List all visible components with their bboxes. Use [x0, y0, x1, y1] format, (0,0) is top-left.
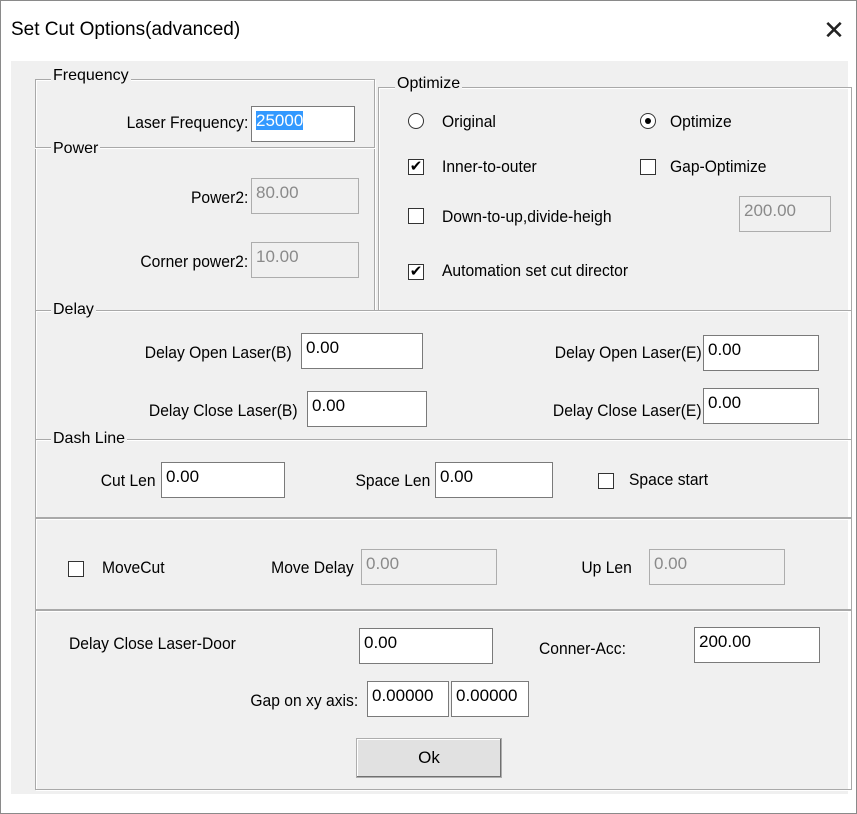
gap-xy-label: Gap on xy axis: — [250, 691, 358, 710]
gap-x-input[interactable]: 0.00000 — [367, 681, 449, 717]
up-len-label: Up Len — [581, 558, 632, 577]
power2-label: Power2: — [190, 188, 248, 207]
space-start-label[interactable]: Space start — [629, 470, 708, 490]
delay-open-b-label: Delay Open Laser(B) — [145, 343, 292, 362]
inner-to-outer-checkbox[interactable]: ✔ — [408, 159, 424, 175]
original-radio[interactable] — [408, 113, 424, 129]
dialog-window: Set Cut Options(advanced) ✕ Frequency Po… — [0, 0, 857, 814]
delay-open-e-label: Delay Open Laser(E) — [555, 343, 702, 362]
frequency-group-title: Frequency — [51, 67, 131, 85]
delay-close-b-label: Delay Close Laser(B) — [149, 401, 298, 420]
gap-y-input[interactable]: 0.00000 — [451, 681, 529, 717]
movecut-label[interactable]: MoveCut — [102, 558, 165, 578]
radio-selected-dot — [645, 118, 651, 124]
laser-frequency-value: 25000 — [256, 111, 304, 130]
corner-power2-input[interactable]: 10.00 — [251, 242, 359, 278]
gap-optimize-checkbox[interactable] — [640, 159, 656, 175]
gap-optimize-label[interactable]: Gap-Optimize — [670, 157, 766, 177]
movecut-checkbox[interactable] — [68, 561, 84, 577]
delay-close-e-label: Delay Close Laser(E) — [553, 401, 702, 420]
delay-close-b-input[interactable]: 0.00 — [307, 391, 427, 427]
optimize-label[interactable]: Optimize — [670, 112, 732, 132]
laser-frequency-input[interactable]: 25000 — [251, 106, 355, 142]
door-delay-label: Delay Close Laser-Door — [69, 634, 236, 653]
space-start-checkbox[interactable] — [598, 473, 614, 489]
corner-power2-label: Corner power2: — [140, 252, 248, 271]
window-title: Set Cut Options(advanced) — [11, 19, 241, 40]
divide-height-input[interactable]: 200.00 — [739, 196, 831, 232]
laser-frequency-label: Laser Frequency: — [126, 113, 248, 132]
cut-len-input[interactable]: 0.00 — [161, 462, 285, 498]
door-delay-input[interactable]: 0.00 — [359, 628, 493, 664]
power2-input[interactable]: 80.00 — [251, 178, 359, 214]
ok-button[interactable]: Ok — [356, 738, 502, 778]
cut-len-label: Cut Len — [101, 471, 156, 490]
down-to-up-label[interactable]: Down-to-up,divide-heigh — [442, 207, 612, 227]
original-label[interactable]: Original — [442, 112, 496, 132]
delay-open-e-input[interactable]: 0.00 — [703, 335, 819, 371]
up-len-input[interactable]: 0.00 — [649, 549, 785, 585]
dialog-body: Frequency Power Optimize Delay Dash Line… — [11, 61, 852, 794]
move-delay-input[interactable]: 0.00 — [361, 549, 497, 585]
close-icon[interactable]: ✕ — [819, 15, 849, 45]
conner-acc-input[interactable]: 200.00 — [694, 627, 820, 663]
delay-open-b-input[interactable]: 0.00 — [301, 333, 423, 369]
delay-close-e-input[interactable]: 0.00 — [703, 388, 819, 424]
automation-cut-checkbox[interactable]: ✔ — [408, 264, 424, 280]
optimize-radio[interactable] — [640, 113, 656, 129]
space-len-label: Space Len — [355, 471, 430, 490]
dash-line-group-title: Dash Line — [51, 430, 128, 448]
space-len-input[interactable]: 0.00 — [435, 462, 553, 498]
automation-cut-label[interactable]: Automation set cut director — [442, 261, 628, 281]
down-to-up-checkbox[interactable] — [408, 208, 424, 224]
conner-acc-label: Conner-Acc: — [539, 639, 626, 658]
title-bar[interactable]: Set Cut Options(advanced) ✕ — [1, 1, 856, 61]
power-group-title: Power — [51, 140, 101, 158]
optimize-group-title: Optimize — [395, 75, 463, 93]
delay-group-title: Delay — [51, 301, 96, 319]
inner-to-outer-label[interactable]: Inner-to-outer — [442, 157, 537, 177]
move-delay-label: Move Delay — [271, 558, 354, 577]
